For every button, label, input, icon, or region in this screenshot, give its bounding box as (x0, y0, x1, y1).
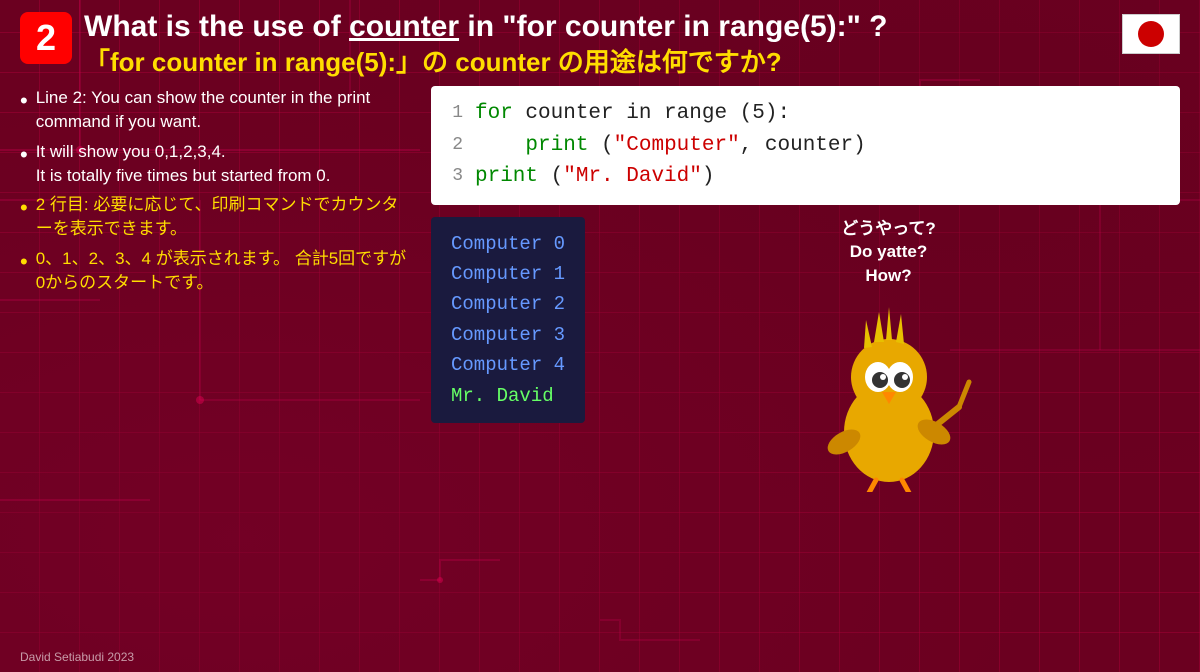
line-num-1: 1 (447, 100, 463, 127)
bullet-text-4: 0、1、2、3、4 が表示されます。 合計5回ですが0からのスタートです。 (36, 247, 415, 295)
output-line-3: Computer 3 (451, 320, 565, 350)
title-underline: counter (349, 10, 459, 43)
left-column: • Line 2: You can show the counter in th… (20, 86, 415, 608)
right-column: 1 for counter in range (5): 2 print ("Co… (431, 86, 1180, 608)
mascot-line1: どうやって? (841, 219, 936, 238)
output-line-1: Computer 1 (451, 259, 565, 289)
bullet-dot-2: • (20, 142, 28, 168)
mascot-text: どうやって? Do yatte? How? (841, 217, 936, 288)
flag-circle (1138, 21, 1164, 47)
bullet-text-1: Line 2: You can show the counter in the … (36, 86, 415, 134)
title-part1: What is the use of (84, 10, 349, 43)
code-content-3: print ("Mr. David") (475, 161, 714, 193)
output-line-4: Computer 4 (451, 350, 565, 380)
code-line-3: 3 print ("Mr. David") (447, 161, 1164, 193)
bullet-dot-3: • (20, 195, 28, 221)
japan-flag (1122, 14, 1180, 54)
output-mascot-row: Computer 0 Computer 1 Computer 2 Compute… (431, 217, 1180, 492)
output-box: Computer 0 Computer 1 Computer 2 Compute… (431, 217, 585, 423)
header-text-block: What is the use of counter in "for count… (84, 10, 1112, 78)
mascot-line2: Do yatte? (850, 242, 927, 261)
bullet-text-2: It will show you 0,1,2,3,4.It is totally… (36, 140, 331, 188)
question-number: 2 (20, 12, 72, 64)
code-content-1: for counter in range (5): (475, 98, 790, 130)
mascot-area: どうやって? Do yatte? How? (597, 217, 1180, 492)
main-layout: • Line 2: You can show the counter in th… (20, 86, 1180, 608)
bullet-3: • 2 行目: 必要に応じて、印刷コマンドでカウンターを表示できます。 (20, 193, 415, 241)
mascot-line3: How? (865, 266, 911, 285)
code-block: 1 for counter in range (5): 2 print ("Co… (431, 86, 1180, 205)
output-line-2: Computer 2 (451, 289, 565, 319)
footer: David Setiabudi 2023 (20, 650, 134, 664)
bullet-4: • 0、1、2、3、4 が表示されます。 合計5回ですが0からのスタートです。 (20, 247, 415, 295)
code-line-1: 1 for counter in range (5): (447, 98, 1164, 130)
title-part2: in "for counter in range(5):" ? (459, 10, 887, 43)
code-content-2: print ("Computer", counter) (475, 130, 866, 162)
bullet-dot-4: • (20, 249, 28, 275)
output-line-0: Computer 0 (451, 229, 565, 259)
bullet-2: • It will show you 0,1,2,3,4.It is total… (20, 140, 415, 188)
bullet-1: • Line 2: You can show the counter in th… (20, 86, 415, 134)
mascot-svg (804, 292, 974, 492)
output-line-5: Mr. David (451, 381, 565, 411)
code-line-2: 2 print ("Computer", counter) (447, 130, 1164, 162)
line-num-2: 2 (447, 132, 463, 159)
bullet-text-3: 2 行目: 必要に応じて、印刷コマンドでカウンターを表示できます。 (36, 193, 415, 241)
header: 2 What is the use of counter in "for cou… (20, 10, 1180, 78)
bullet-dot-1: • (20, 88, 28, 114)
header-title: What is the use of counter in "for count… (84, 10, 1112, 43)
header-subtitle: 「for counter in range(5):」の counter の用途は… (84, 47, 1112, 78)
line-num-3: 3 (447, 163, 463, 190)
